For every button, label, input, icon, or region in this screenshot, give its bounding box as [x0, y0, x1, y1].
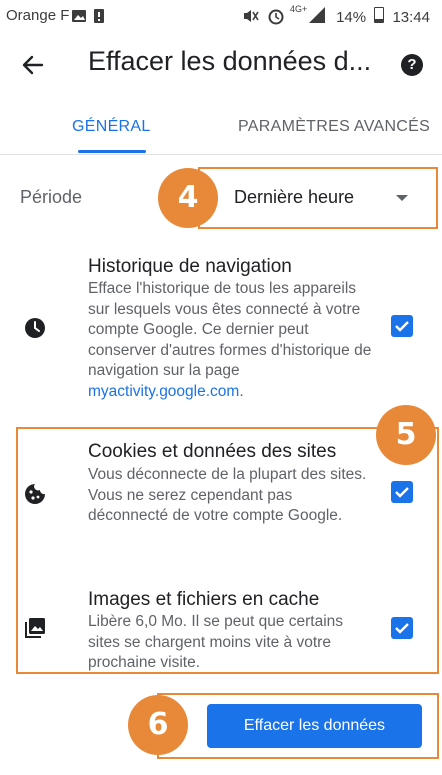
arrow-left-icon[interactable]	[20, 52, 50, 82]
network-type: 4G+	[290, 4, 308, 14]
app-header: Effacer les données d... ?	[0, 32, 442, 100]
period-label: Période	[20, 187, 83, 207]
chevron-down-icon[interactable]	[396, 195, 408, 201]
tab-general[interactable]: GÉNÉRAL	[72, 118, 151, 136]
battery-percent: 14%	[336, 9, 367, 26]
status-bar: Orange F 4G+ 14% 13:44	[0, 0, 442, 32]
cache-description: Libère 6,0 Mo. Il se peut que certains s…	[88, 613, 344, 671]
carrier-name: Orange F	[6, 7, 70, 24]
battery-icon	[374, 7, 385, 23]
signal-icon	[308, 6, 326, 28]
cookie-icon	[24, 483, 46, 505]
mute-icon	[240, 6, 260, 30]
history-description-end: .	[239, 382, 244, 400]
cookies-title: Cookies et données des sites	[88, 441, 337, 462]
tab-divider	[0, 154, 442, 155]
cookies-checkbox[interactable]	[391, 481, 413, 503]
page-title: Effacer les données d...	[88, 46, 372, 76]
period-select[interactable]: Dernière heure	[234, 187, 354, 208]
history-description: Efface l'historique de tous les appareil…	[88, 279, 373, 402]
image-icon	[24, 617, 46, 639]
status-right: 14% 13:44	[336, 7, 430, 26]
notification-icons	[70, 8, 122, 28]
clock-icon	[24, 317, 46, 339]
alarm-icon	[266, 6, 286, 30]
cache-checkbox[interactable]	[391, 617, 413, 639]
myactivity-link[interactable]: myactivity.google.com	[88, 383, 239, 400]
history-title: Historique de navigation	[88, 256, 292, 277]
active-tab-indicator	[78, 150, 146, 153]
annotation-badge-4: 4	[158, 168, 218, 228]
clear-data-button[interactable]: Effacer les données	[207, 704, 422, 748]
cache-title: Images et fichiers en cache	[88, 589, 320, 610]
history-description-text: Efface l'historique de tous les appareil…	[88, 280, 372, 379]
tab-advanced-settings[interactable]: PARAMÈTRES AVANCÉS	[238, 118, 430, 136]
clock-time: 13:44	[392, 9, 430, 26]
cookies-description: Vous déconnecte de la plupart des sites.…	[88, 466, 367, 524]
annotation-badge-5: 5	[376, 405, 436, 465]
history-checkbox[interactable]	[391, 315, 413, 337]
help-circle-icon[interactable]: ?	[401, 54, 423, 76]
annotation-badge-6: 6	[128, 695, 188, 755]
